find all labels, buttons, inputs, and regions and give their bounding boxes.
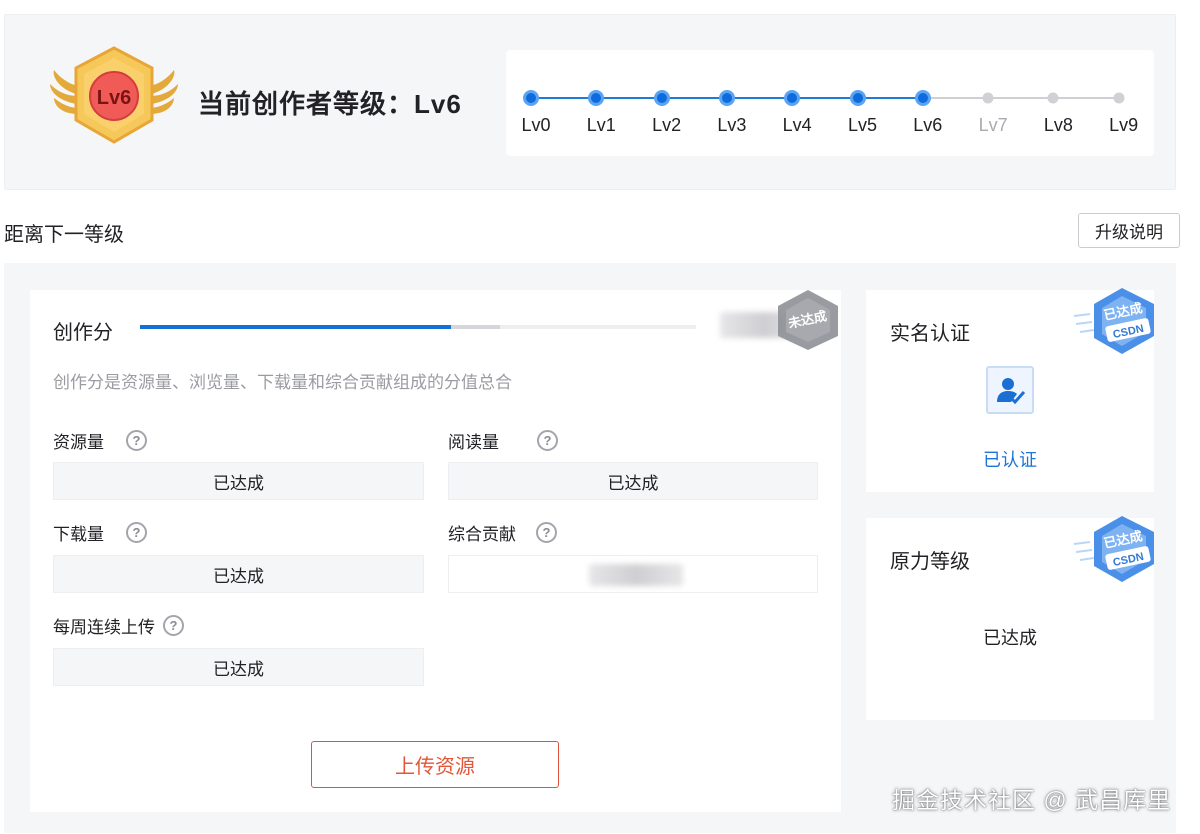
- upgrade-info-button[interactable]: 升级说明: [1078, 213, 1180, 248]
- level-label: Lv7: [978, 115, 1008, 135]
- help-icon[interactable]: ?: [536, 522, 557, 543]
- metric-downloads: 下载量 ?: [53, 520, 147, 545]
- verified-link[interactable]: 已认证: [866, 446, 1154, 472]
- score-progress-fill: [140, 325, 452, 329]
- level-label: Lv4: [782, 115, 812, 135]
- user-verified-icon: [986, 366, 1034, 414]
- track-segment: [857, 97, 923, 99]
- power-level-title: 原力等级: [890, 551, 970, 573]
- resources-status: 已达成: [53, 462, 424, 500]
- level-dot: [784, 90, 801, 106]
- power-level-status: 已达成: [983, 628, 1037, 648]
- level-dot: [849, 90, 866, 106]
- track-segment: [596, 97, 662, 99]
- help-icon[interactable]: ?: [126, 430, 147, 451]
- score-progress-bar: [140, 325, 696, 329]
- level-label: Lv2: [652, 115, 682, 135]
- level-track: Lv0 Lv1 Lv2 Lv3 Lv4 Lv5 Lv6 Lv7 Lv8 Lv9: [506, 50, 1154, 156]
- score-description: 创作分是资源量、浏览量、下载量和综合贡献组成的分值总合: [53, 373, 512, 392]
- achieved-stamp-icon: 已达成 CSDN: [1073, 288, 1154, 354]
- level-label: Lv5: [847, 115, 878, 135]
- level-dot: [914, 90, 931, 106]
- next-level-title: 距离下一等级: [4, 224, 124, 246]
- metric-label: 资源量: [53, 433, 104, 452]
- real-name-card: 实名认证 已达成 CSDN 已认证: [866, 288, 1154, 492]
- upload-resource-button[interactable]: 上传资源: [311, 741, 559, 788]
- metric-contribution: 综合贡献 ?: [448, 520, 557, 545]
- metric-label: 阅读量: [448, 433, 499, 452]
- badge-text: Lv6: [97, 87, 131, 109]
- metric-label: 下载量: [53, 525, 104, 544]
- metric-reads: 阅读量 ?: [448, 428, 558, 453]
- creation-score-card: 创作分 未达成 创作分是资源量、浏览量、下载量和综合贡献组成的分值总合 资源量 …: [30, 290, 841, 812]
- not-achieved-stamp-icon: 未达成: [778, 290, 838, 350]
- track-segment: [661, 97, 727, 99]
- real-name-title: 实名认证: [890, 323, 970, 345]
- weekly-upload-status: 已达成: [53, 648, 424, 686]
- metric-label: 每周连续上传: [53, 618, 155, 637]
- level-badge-icon: Lv6: [48, 44, 180, 148]
- score-title: 创作分: [53, 322, 113, 344]
- level-dot: [718, 90, 735, 106]
- level-dot: [523, 90, 539, 106]
- level-label: Lv1: [586, 115, 616, 135]
- downloads-status: 已达成: [53, 555, 424, 593]
- reads-status: 已达成: [448, 462, 818, 500]
- metric-weekly-upload: 每周连续上传 ?: [53, 613, 184, 638]
- track-segment: [922, 97, 989, 99]
- track-segment: [988, 97, 1054, 99]
- track-segment: [531, 97, 597, 99]
- level-dot: [1047, 92, 1059, 104]
- level-label: Lv8: [1043, 115, 1073, 135]
- level-dot: [653, 90, 670, 106]
- level-dot: [588, 90, 605, 106]
- track-segment: [792, 97, 858, 99]
- contribution-status: [448, 555, 818, 593]
- level-dot: [982, 92, 994, 104]
- track-segment: [726, 97, 793, 99]
- page-title: 当前创作者等级：Lv6: [198, 89, 462, 119]
- help-icon[interactable]: ?: [126, 522, 147, 543]
- level-label: Lv3: [717, 115, 747, 135]
- contribution-value-blurred: [589, 564, 683, 586]
- level-dot: [1113, 92, 1125, 104]
- help-icon[interactable]: ?: [163, 615, 184, 636]
- metric-resources: 资源量 ?: [53, 428, 147, 453]
- help-icon[interactable]: ?: [537, 430, 558, 451]
- watermark: 掘金技术社区 @ 武昌库里: [892, 787, 1172, 813]
- track-segment: [1053, 97, 1119, 99]
- level-label: Lv0: [521, 115, 551, 135]
- power-level-card: 原力等级 已达成 CSDN 已达成: [866, 516, 1154, 720]
- level-label: Lv9: [1109, 115, 1139, 135]
- metric-label: 综合贡献: [448, 525, 516, 544]
- level-label: Lv6: [913, 115, 943, 135]
- achieved-stamp-icon: 已达成 CSDN: [1073, 516, 1154, 582]
